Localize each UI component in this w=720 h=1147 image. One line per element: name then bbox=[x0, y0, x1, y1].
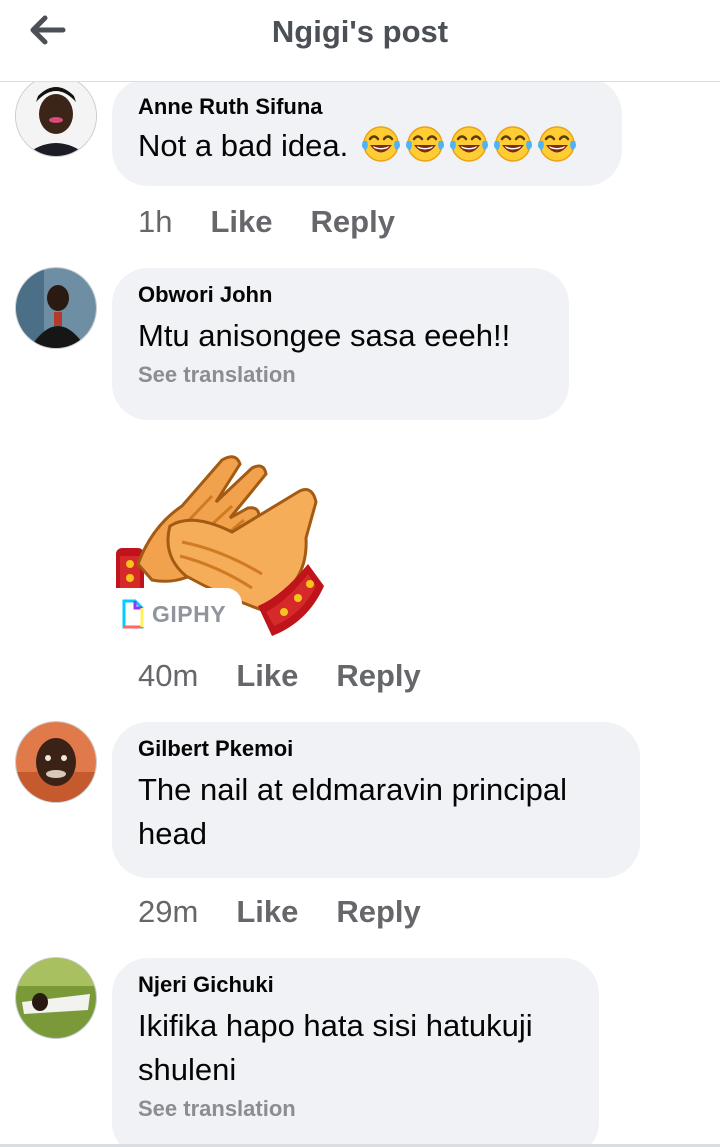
comment-author[interactable]: Gilbert Pkemoi bbox=[138, 736, 614, 762]
face-with-tears-of-joy-icon bbox=[361, 126, 400, 162]
comment-bubble[interactable]: Anne Ruth Sifuna Not a bad idea. bbox=[112, 78, 622, 186]
giphy-badge[interactable]: GIPHY bbox=[112, 588, 242, 640]
timestamp[interactable]: 1h bbox=[138, 204, 172, 240]
comment-bubble[interactable]: Gilbert Pkemoi The nail at eldmaravin pr… bbox=[112, 722, 640, 878]
see-translation-link[interactable]: See translation bbox=[138, 1096, 573, 1122]
comment-text-line: Ikifika hapo hata sisi hatukuji bbox=[138, 1008, 533, 1043]
comment-text-line: shuleni bbox=[138, 1052, 237, 1087]
page-title: Ngigi's post bbox=[271, 14, 449, 49]
avatar[interactable] bbox=[16, 958, 96, 1038]
comment-author[interactable]: Njeri Gichuki bbox=[138, 972, 573, 998]
comment-bubble[interactable]: Obwori John Mtu anisongee sasa eeeh!! Se… bbox=[112, 268, 569, 420]
face-with-tears-of-joy-icon bbox=[537, 126, 576, 162]
reply-button[interactable]: Reply bbox=[336, 894, 420, 930]
comment-bubble[interactable]: Njeri Gichuki Ikifika hapo hata sisi hat… bbox=[112, 958, 599, 1147]
timestamp[interactable]: 29m bbox=[138, 894, 198, 930]
comment-text-content: Not a bad idea. bbox=[138, 128, 349, 163]
avatar[interactable] bbox=[16, 76, 96, 156]
giphy-label: GIPHY bbox=[152, 600, 227, 627]
like-button[interactable]: Like bbox=[210, 204, 272, 240]
comment-author[interactable]: Obwori John bbox=[138, 282, 543, 308]
face-with-tears-of-joy-icon bbox=[405, 126, 444, 162]
comment-text-line: The nail at eldmaravin principal bbox=[138, 772, 568, 807]
top-bar: Ngigi's post bbox=[0, 0, 720, 82]
reply-button[interactable]: Reply bbox=[311, 204, 395, 240]
comment-actions: 40m Like Reply bbox=[138, 656, 459, 696]
comment-text-line: head bbox=[138, 816, 207, 851]
comment-text: Not a bad idea. bbox=[138, 124, 596, 168]
comment-actions: 1h Like Reply bbox=[138, 202, 433, 242]
comment-actions: 29m Like Reply bbox=[138, 892, 459, 932]
emoji-row bbox=[357, 126, 577, 163]
like-button[interactable]: Like bbox=[236, 658, 298, 694]
comment-author[interactable]: Anne Ruth Sifuna bbox=[138, 94, 596, 120]
reply-button[interactable]: Reply bbox=[336, 658, 420, 694]
comments-page: Ngigi's post Anne Ruth Sifuna Not a bad … bbox=[0, 0, 720, 1147]
face-with-tears-of-joy-icon bbox=[493, 126, 532, 162]
like-button[interactable]: Like bbox=[236, 894, 298, 930]
face-with-tears-of-joy-icon bbox=[449, 126, 488, 162]
giphy-logo-icon bbox=[122, 599, 144, 629]
timestamp[interactable]: 40m bbox=[138, 658, 198, 694]
comment-text: Mtu anisongee sasa eeeh!! bbox=[138, 318, 511, 353]
avatar[interactable] bbox=[16, 268, 96, 348]
see-translation-link[interactable]: See translation bbox=[138, 362, 543, 388]
avatar[interactable] bbox=[16, 722, 96, 802]
